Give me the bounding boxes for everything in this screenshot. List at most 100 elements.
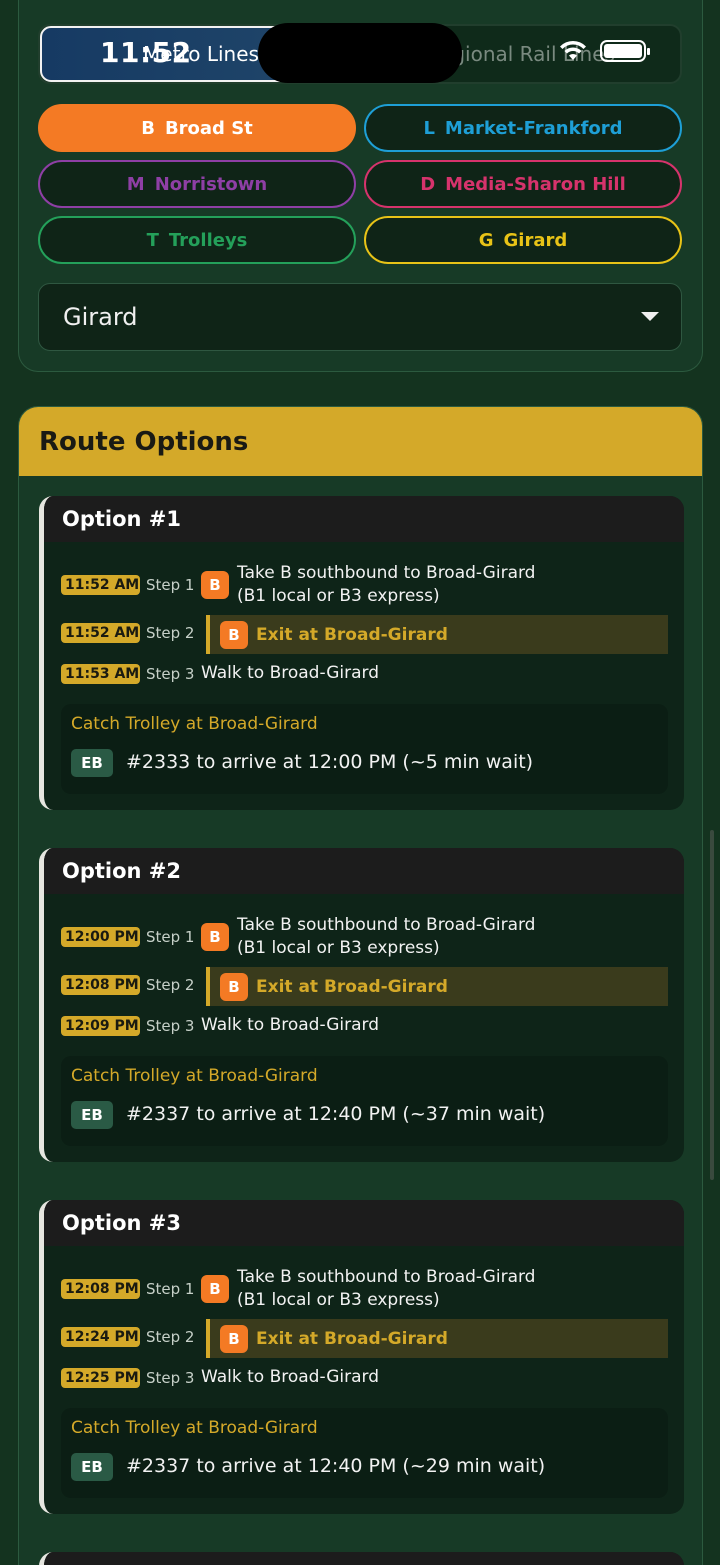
exit-step: B Exit at Broad-Girard — [206, 967, 668, 1006]
step-text-line1: Take B southbound to Broad-Girard — [237, 1267, 536, 1287]
line-badge: B — [220, 1324, 248, 1353]
step-label: Step 2 — [146, 976, 195, 994]
route-options-panel: Route Options Option #1 11:52 AM Step 1 … — [18, 406, 703, 1565]
step-text-line1: Take B southbound to Broad-Girard — [237, 563, 536, 583]
arrival-text: #2333 to arrive at 12:00 PM (~5 min wait… — [126, 751, 534, 773]
exit-step: B Exit at Broad-Girard — [206, 615, 668, 654]
line-badge: B — [201, 923, 229, 951]
line-name: Media-Sharon Hill — [445, 173, 626, 195]
step-label: Step 1 — [146, 1280, 195, 1298]
step-row: 12:00 PM Step 1 B Take B southbound to B… — [61, 914, 535, 960]
catch-trolley-box: Catch Trolley at Broad-Girard EB #2337 t… — [61, 1056, 668, 1146]
step-row: 12:08 PM Step 2 — [61, 975, 201, 995]
line-code: G — [478, 229, 494, 251]
line-badge: B — [220, 972, 248, 1001]
line-name: Trolleys — [168, 229, 248, 251]
option-title: Option #2 — [44, 848, 684, 894]
route-option-card: Option #1 11:52 AM Step 1 B Take B south… — [39, 496, 684, 810]
time-badge: 11:52 AM — [61, 575, 140, 595]
step-text-line2: (B1 local or B3 express) — [237, 938, 440, 958]
step-text-line2: (B1 local or B3 express) — [237, 586, 440, 606]
step-text: Walk to Broad-Girard — [201, 663, 380, 683]
line-code: D — [420, 173, 436, 195]
time-badge: 11:52 AM — [61, 623, 140, 643]
route-option-card: Option #2 12:00 PM Step 1 B Take B south… — [39, 848, 684, 1162]
step-text-line1: Take B southbound to Broad-Girard — [237, 915, 536, 935]
station-select[interactable]: Girard — [38, 283, 682, 351]
catch-trolley-box: Catch Trolley at Broad-Girard EB #2337 t… — [61, 1408, 668, 1498]
direction-badge: EB — [71, 1101, 113, 1129]
line-code: M — [126, 173, 145, 195]
time-badge: 12:08 PM — [61, 1279, 140, 1299]
line-name: Broad St — [164, 117, 253, 139]
step-label: Step 3 — [146, 1016, 195, 1035]
line-code: L — [423, 117, 435, 139]
line-button-girard[interactable]: G Girard — [364, 216, 682, 264]
step-text: Walk to Broad-Girard — [201, 1367, 380, 1387]
step-text: Take B southbound to Broad-Girard (B1 loc… — [237, 1266, 535, 1312]
route-option-card — [39, 1552, 684, 1565]
line-name: Market-Frankford — [444, 117, 623, 139]
wifi-icon — [560, 40, 586, 60]
exit-text: Exit at Broad-Girard — [256, 976, 448, 997]
catch-title: Catch Trolley at Broad-Girard — [71, 1418, 318, 1438]
step-row: 11:53 AM Step 3 Walk to Broad-Girard — [61, 662, 379, 685]
time-badge: 12:00 PM — [61, 927, 140, 947]
step-row: 11:52 AM Step 2 — [61, 623, 201, 643]
time-badge: 12:24 PM — [61, 1327, 140, 1347]
direction-badge: EB — [71, 749, 113, 777]
battery-icon — [600, 40, 650, 62]
status-time: 11:52 — [100, 36, 192, 69]
line-badge: B — [201, 1275, 229, 1303]
step-text: Take B southbound to Broad-Girard (B1 loc… — [237, 914, 535, 960]
step-label: Step 1 — [146, 576, 195, 594]
line-code: B — [141, 117, 155, 139]
line-button-broad-st[interactable]: B Broad St — [38, 104, 356, 152]
option-title: Option #1 — [44, 496, 684, 542]
time-badge: 12:25 PM — [61, 1367, 140, 1388]
step-label: Step 3 — [146, 1368, 195, 1387]
option-title-partial — [44, 1552, 684, 1565]
exit-text: Exit at Broad-Girard — [256, 624, 448, 645]
step-label: Step 1 — [146, 928, 195, 946]
step-text: Take B southbound to Broad-Girard (B1 loc… — [237, 562, 535, 608]
step-label: Step 3 — [146, 664, 195, 683]
line-code: T — [146, 229, 159, 251]
time-badge: 12:08 PM — [61, 975, 140, 995]
catch-title: Catch Trolley at Broad-Girard — [71, 714, 318, 734]
line-badge: B — [220, 620, 248, 649]
caret-down-icon — [641, 312, 659, 321]
line-name: Norristown — [154, 173, 268, 195]
step-row: 12:08 PM Step 1 B Take B southbound to B… — [61, 1266, 535, 1312]
catch-trolley-box: Catch Trolley at Broad-Girard EB #2333 t… — [61, 704, 668, 794]
exit-step: B Exit at Broad-Girard — [206, 1319, 668, 1358]
dynamic-island — [258, 23, 462, 83]
line-button-media-sharon-hill[interactable]: D Media-Sharon Hill — [364, 160, 682, 208]
exit-text: Exit at Broad-Girard — [256, 1328, 448, 1349]
time-badge: 11:53 AM — [61, 663, 140, 684]
line-button-market-frankford[interactable]: L Market-Frankford — [364, 104, 682, 152]
step-text: Walk to Broad-Girard — [201, 1015, 380, 1035]
station-select-value: Girard — [63, 303, 138, 331]
scrollbar[interactable] — [710, 830, 714, 1180]
step-label: Step 2 — [146, 624, 195, 642]
step-row: 12:09 PM Step 3 Walk to Broad-Girard — [61, 1014, 379, 1037]
step-text-line2: (B1 local or B3 express) — [237, 1290, 440, 1310]
step-label: Step 2 — [146, 1328, 195, 1346]
arrival-text: #2337 to arrive at 12:40 PM (~37 min wai… — [126, 1103, 546, 1125]
step-row: 12:24 PM Step 2 — [61, 1327, 201, 1347]
direction-badge: EB — [71, 1453, 113, 1481]
step-row: 11:52 AM Step 1 B Take B southbound to B… — [61, 562, 535, 608]
time-badge: 12:09 PM — [61, 1015, 140, 1036]
line-name: Girard — [503, 229, 568, 251]
option-title: Option #3 — [44, 1200, 684, 1246]
route-option-card: Option #3 12:08 PM Step 1 B Take B south… — [39, 1200, 684, 1514]
line-button-trolleys[interactable]: T Trolleys — [38, 216, 356, 264]
catch-title: Catch Trolley at Broad-Girard — [71, 1066, 318, 1086]
status-icons — [558, 40, 650, 62]
step-row: 12:25 PM Step 3 Walk to Broad-Girard — [61, 1366, 379, 1389]
line-button-norristown[interactable]: M Norristown — [38, 160, 356, 208]
line-badge: B — [201, 571, 229, 599]
route-options-title: Route Options — [19, 407, 702, 476]
arrival-text: #2337 to arrive at 12:40 PM (~29 min wai… — [126, 1455, 546, 1477]
